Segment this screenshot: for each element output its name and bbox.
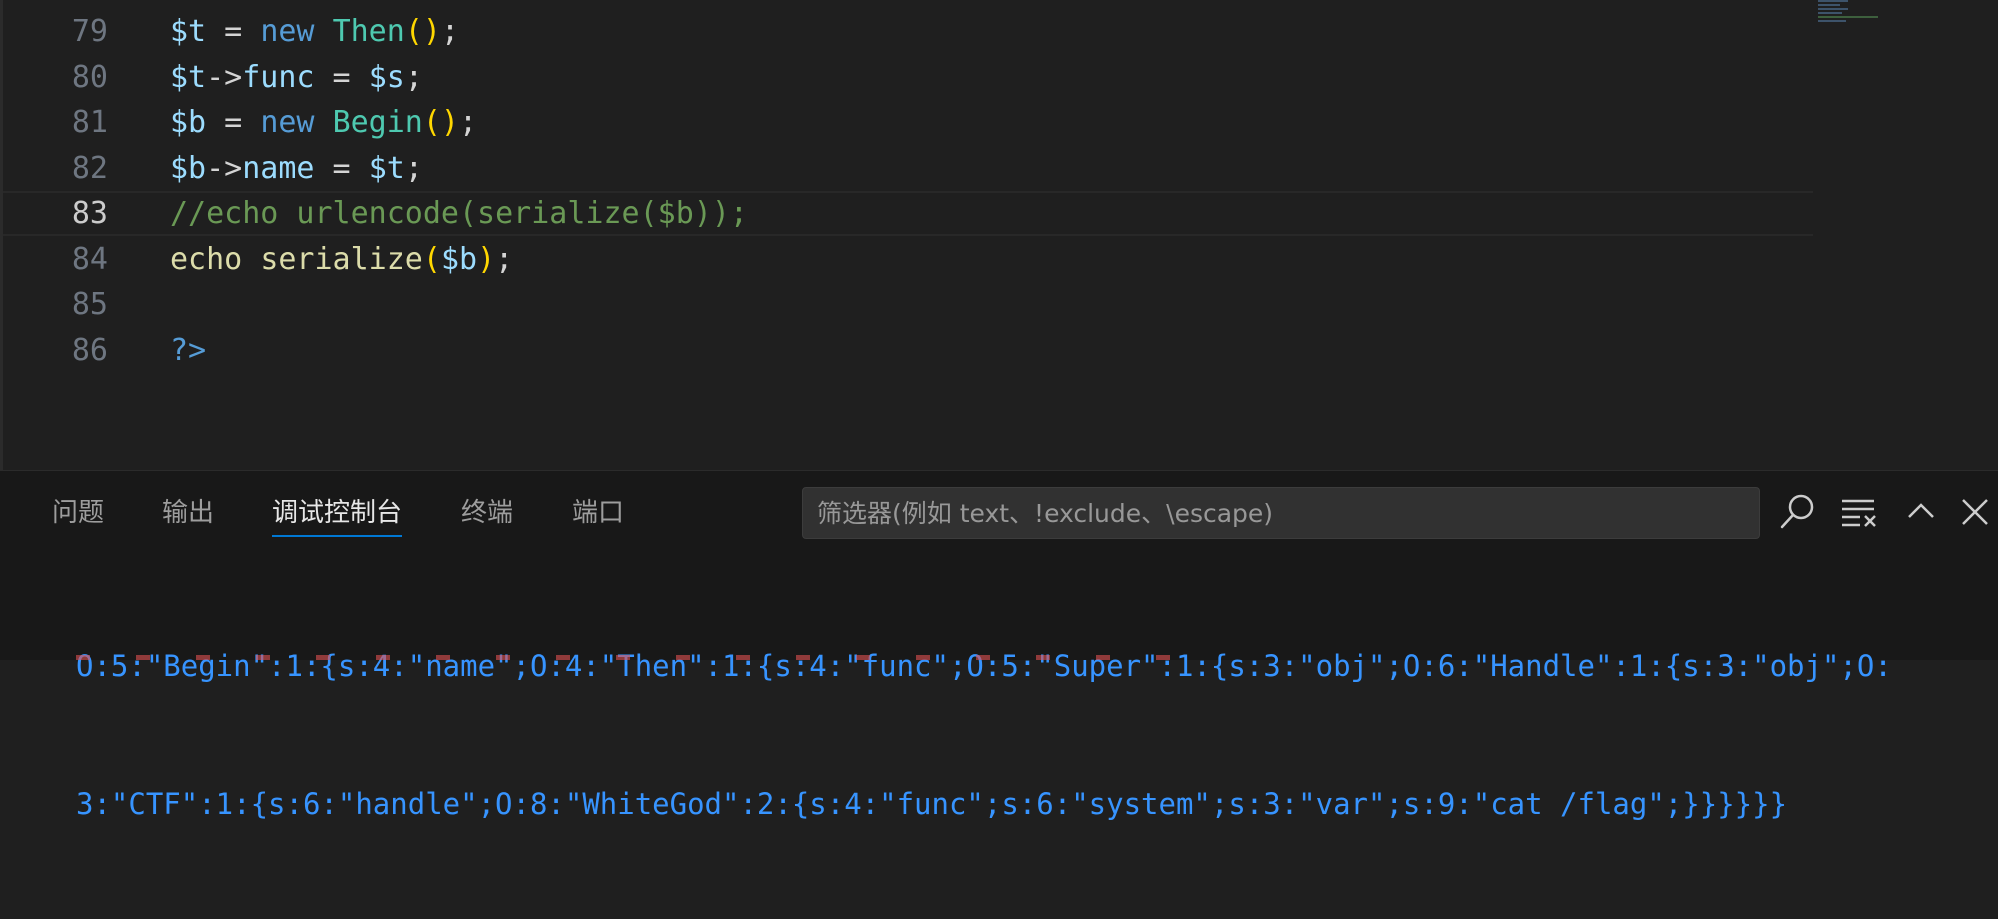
code-text: $t = new Then(); [170, 9, 459, 54]
code-token: ; [459, 105, 478, 140]
code-line[interactable]: 83 //echo urlencode(serialize($b)); [3, 191, 1813, 236]
code-text: $t->func = $s; [170, 55, 423, 100]
code-token: Then [332, 14, 405, 49]
code-line[interactable]: 81 $b = new Begin(); [3, 100, 1813, 145]
tab-output[interactable]: 输出 [162, 493, 214, 533]
code-token: $t [170, 14, 207, 49]
tab-problems[interactable]: 问题 [52, 493, 104, 533]
tab-ports[interactable]: 端口 [572, 493, 624, 533]
output-line: O:5:"Begin":1:{s:4:"name";O:4:"Then":1:{… [76, 649, 1892, 683]
code-token: ?> [170, 332, 207, 368]
code-token: func [242, 59, 315, 95]
line-number: 83 [71, 196, 108, 231]
code-token: () [404, 14, 441, 49]
code-token: = [314, 59, 369, 95]
code-token: Begin [332, 105, 423, 140]
code-token: = [206, 105, 261, 140]
bottom-panel: 问题 输出 调试控制台 终端 端口 O:5:"Begi [0, 470, 1998, 821]
code-token: -> [206, 59, 243, 95]
code-line[interactable]: 84 echo serialize($b); [3, 237, 1813, 282]
code-token: //echo urlencode(serialize($b)); [170, 196, 748, 231]
line-number: 86 [71, 332, 108, 368]
code-token: ( [422, 241, 441, 277]
minimap[interactable] [1818, 0, 1888, 40]
code-token: new [260, 105, 315, 140]
code-token: ; [404, 150, 423, 186]
line-number: 79 [71, 14, 108, 49]
code-line[interactable]: 86 ?> [3, 328, 1813, 373]
code-line[interactable]: 80 $t->func = $s; [3, 55, 1813, 100]
code-token: $t [368, 150, 405, 186]
code-token: $s [368, 59, 405, 95]
tab-debug-console[interactable]: 调试控制台 [272, 493, 403, 537]
code-token: () [422, 105, 459, 140]
code-text: ?> [170, 328, 206, 373]
code-line[interactable]: 79 $t = new Then(); [3, 9, 1813, 54]
close-icon[interactable] [1952, 489, 1998, 535]
debug-console-output: O:5:"Begin":1:{s:4:"name";O:4:"Then":1:{… [76, 551, 1892, 919]
code-token: = [206, 14, 261, 49]
code-token: echo [170, 241, 243, 277]
code-token: $t [170, 59, 207, 95]
code-text: $b = new Begin(); [170, 100, 477, 145]
code-token: = [314, 150, 369, 186]
code-token: ; [495, 241, 514, 277]
code-token: $b [170, 150, 207, 186]
code-text: $b->name = $t; [170, 146, 423, 191]
code-line[interactable]: 85 [3, 282, 1813, 327]
code-token: name [242, 150, 315, 186]
code-token: -> [206, 150, 243, 186]
line-number: 81 [71, 105, 108, 140]
search-icon[interactable] [1774, 489, 1820, 535]
output-line: 3:"CTF":1:{s:6:"handle";O:8:"WhiteGod":2… [76, 787, 1788, 821]
code-text: //echo urlencode(serialize($b)); [170, 193, 748, 234]
code-token: ; [440, 14, 459, 49]
code-token: $b [440, 241, 478, 277]
filter-input[interactable] [802, 487, 1760, 539]
line-number: 84 [71, 241, 108, 277]
code-editor[interactable]: 79 $t = new Then(); 80 $t->func = $s; 81 $b =… [0, 0, 1998, 470]
code-token: new [260, 14, 315, 49]
clear-console-icon[interactable] [1836, 489, 1882, 535]
line-number: 80 [71, 59, 108, 95]
code-token: ; [404, 59, 423, 95]
code-token: serialize [260, 241, 423, 277]
chevron-up-icon[interactable] [1898, 489, 1944, 535]
line-number: 85 [71, 287, 108, 322]
code-token: $b [170, 105, 207, 140]
code-line[interactable]: 82 $b->name = $t; [3, 146, 1813, 191]
code-text: echo serialize($b); [170, 237, 513, 282]
line-number: 82 [71, 150, 108, 186]
code-token: ) [477, 241, 496, 277]
tab-terminal[interactable]: 终端 [461, 493, 513, 533]
partial-output-line [76, 655, 1176, 660]
